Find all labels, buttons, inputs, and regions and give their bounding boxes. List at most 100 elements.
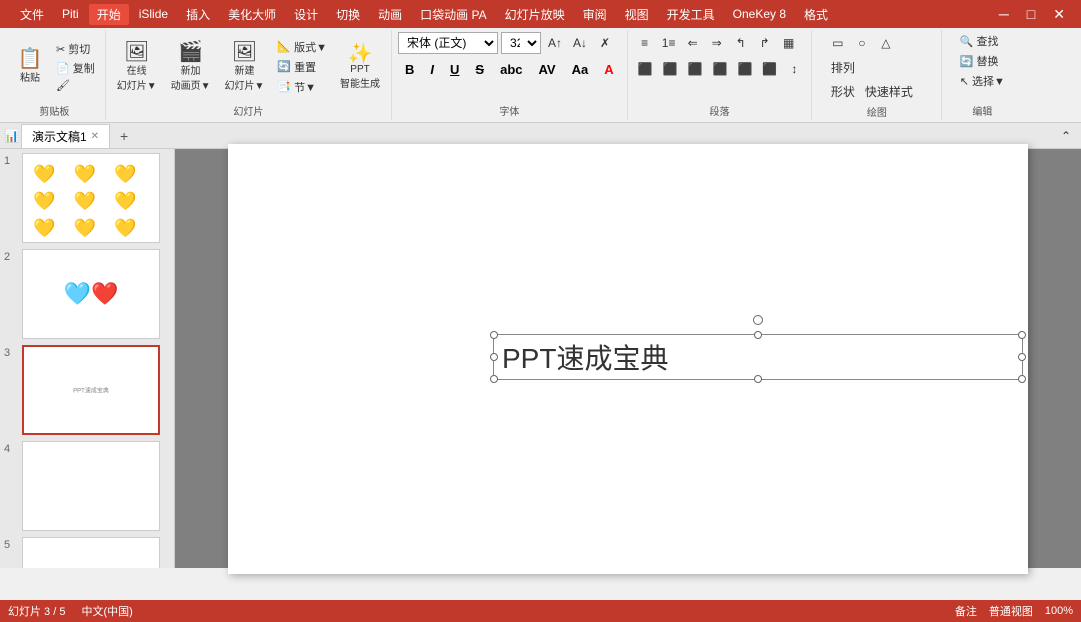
tab-close-icon[interactable]: ✕ bbox=[91, 131, 99, 142]
font-size-decrease-button[interactable]: A↓ bbox=[569, 32, 591, 54]
select-button[interactable]: ↖ 选择▼ bbox=[956, 72, 1009, 90]
handle-ml[interactable] bbox=[490, 353, 498, 361]
menu-donghua[interactable]: 动画 bbox=[370, 4, 410, 25]
add-animation-button[interactable]: 🎬 新加动画页▼ bbox=[166, 39, 216, 95]
handle-tc[interactable] bbox=[754, 331, 762, 339]
quick-styles-button[interactable]: 快速样式 bbox=[861, 80, 917, 102]
menu-islide[interactable]: iSlide bbox=[131, 5, 176, 23]
ppt-ai-button[interactable]: ✨ PPT智能生成 bbox=[335, 41, 385, 93]
menu-fanying[interactable]: 幻灯片放映 bbox=[497, 4, 573, 25]
close-button[interactable]: ✕ bbox=[1045, 0, 1073, 28]
tab-presentation1[interactable]: 演示文稿1 ✕ bbox=[21, 124, 110, 148]
shape1-button[interactable]: ▭ bbox=[827, 32, 849, 54]
strikethrough-button[interactable]: S bbox=[468, 58, 491, 80]
handle-mr[interactable] bbox=[1018, 353, 1026, 361]
text-box[interactable]: PPT速成宝典 bbox=[493, 334, 1023, 380]
online-slides-button[interactable]: 🖼 在线幻灯片▼ bbox=[112, 39, 162, 95]
align-right-button[interactable]: ⬛ bbox=[684, 58, 707, 80]
slide-thumb-3[interactable]: PPT速成宝典 bbox=[22, 345, 160, 435]
justify-button[interactable]: ⬛ bbox=[708, 58, 731, 80]
clear-format-button[interactable]: ✗ bbox=[594, 32, 616, 54]
menu-kaishi[interactable]: 开始 bbox=[89, 4, 129, 25]
font-size-increase-button[interactable]: A↑ bbox=[544, 32, 566, 54]
new-slide-button[interactable]: 🖼 新建幻灯片▼ bbox=[220, 39, 270, 95]
rotate-handle[interactable] bbox=[753, 315, 763, 325]
paragraph-label: 段落 bbox=[709, 103, 729, 118]
paste-button[interactable]: 📋 粘贴 bbox=[10, 46, 50, 87]
minimize-button[interactable]: ─ bbox=[991, 0, 1017, 28]
clipboard-label: 剪贴板 bbox=[39, 103, 69, 118]
align-center-button[interactable]: ⬛ bbox=[659, 58, 682, 80]
menu-charu[interactable]: 插入 bbox=[178, 4, 218, 25]
bold-button[interactable]: B bbox=[398, 58, 421, 80]
handle-bl[interactable] bbox=[490, 375, 498, 383]
slide-thumb-4[interactable] bbox=[22, 441, 160, 531]
section-button[interactable]: 📑 节▼ bbox=[273, 78, 331, 96]
font-family-select[interactable]: 宋体 (正文) bbox=[398, 32, 498, 54]
reset-button[interactable]: 🔄 重置 bbox=[273, 58, 331, 76]
text-direction-button[interactable]: ⬛ bbox=[733, 58, 756, 80]
slide-item-3[interactable]: 3 PPT速成宝典 bbox=[4, 345, 170, 435]
column-button[interactable]: ▦ bbox=[778, 32, 800, 54]
menu-meihua[interactable]: 美化大师 bbox=[220, 4, 284, 25]
menu-kaifa[interactable]: 开发工具 bbox=[659, 4, 723, 25]
numbered-list-button[interactable]: 1≡ bbox=[658, 32, 680, 54]
italic-button[interactable]: I bbox=[423, 58, 441, 80]
slide-thumb-1[interactable]: 💛 💛 💛 💛 💛 💛 💛 💛 💛 bbox=[22, 153, 160, 243]
menu-qiehuan[interactable]: 切换 bbox=[328, 4, 368, 25]
layout-button[interactable]: 📐 版式▼ bbox=[273, 38, 331, 56]
ltr-button[interactable]: ↱ bbox=[754, 32, 776, 54]
smart-art-button[interactable]: ⬛ bbox=[758, 58, 781, 80]
menu-onekey[interactable]: OneKey 8 bbox=[725, 5, 794, 23]
slide-item-1[interactable]: 1 💛 💛 💛 💛 💛 💛 💛 💛 💛 bbox=[4, 153, 170, 243]
menu-sheji[interactable]: 设计 bbox=[286, 4, 326, 25]
shadow-button[interactable]: abc bbox=[493, 58, 529, 80]
view-normal-button[interactable]: 普通视图 bbox=[989, 603, 1033, 619]
align-left-button[interactable]: ⬛ bbox=[634, 58, 657, 80]
cut-button[interactable]: ✂ 剪切 bbox=[52, 40, 99, 58]
add-tab-button[interactable]: + bbox=[112, 125, 136, 147]
rtl-button[interactable]: ↰ bbox=[730, 32, 752, 54]
slide3-text: PPT速成宝典 bbox=[73, 386, 109, 395]
handle-bc[interactable] bbox=[754, 375, 762, 383]
slide-item-5[interactable]: 5 bbox=[4, 537, 170, 568]
edit-label: 编辑 bbox=[972, 103, 992, 118]
copy-button[interactable]: 📄 复制 bbox=[52, 59, 99, 77]
font-size-select[interactable]: 32 bbox=[501, 32, 541, 54]
menu-piti[interactable]: Piti bbox=[54, 5, 87, 23]
menu-wenjian[interactable]: 文件 bbox=[12, 4, 52, 25]
slide-thumb-2[interactable]: 🩵❤️ bbox=[22, 249, 160, 339]
find-button[interactable]: 🔍 查找 bbox=[956, 32, 1003, 50]
shape-fill-button[interactable]: 形状 bbox=[827, 80, 859, 102]
title-bar: 文件 Piti 开始 iSlide 插入 美化大师 设计 切换 动画 口袋动画 … bbox=[0, 0, 1081, 28]
arrange-button[interactable]: 排列 bbox=[827, 56, 859, 78]
menu-geshi[interactable]: 格式 bbox=[796, 4, 836, 25]
menu-shenyue[interactable]: 审阅 bbox=[575, 4, 615, 25]
underline-button[interactable]: U bbox=[443, 58, 466, 80]
decrease-indent-button[interactable]: ⇐ bbox=[682, 32, 704, 54]
format-painter-button[interactable]: 🖌 bbox=[52, 78, 99, 93]
font-color-button[interactable]: A bbox=[597, 58, 620, 80]
slide-item-4[interactable]: 4 bbox=[4, 441, 170, 531]
menu-pocket[interactable]: 口袋动画 PA bbox=[412, 4, 494, 25]
bullet-list-button[interactable]: ≡ bbox=[634, 32, 656, 54]
ribbon-collapse-button[interactable]: ⌃ bbox=[1055, 125, 1077, 147]
slide-canvas[interactable]: PPT速成宝典 bbox=[228, 144, 1028, 574]
replace-button[interactable]: 🔄 替换 bbox=[956, 52, 1003, 70]
handle-tr[interactable] bbox=[1018, 331, 1026, 339]
notes-button[interactable]: 备注 bbox=[955, 603, 977, 619]
menu-shitu[interactable]: 视图 bbox=[617, 4, 657, 25]
char-spacing-button[interactable]: AV bbox=[532, 58, 563, 80]
slide-thumb-5[interactable] bbox=[22, 537, 160, 568]
line-spacing-button[interactable]: ↕ bbox=[783, 58, 805, 80]
main-area: 1 💛 💛 💛 💛 💛 💛 💛 💛 💛 2 bbox=[0, 149, 1081, 568]
increase-indent-button[interactable]: ⇒ bbox=[706, 32, 728, 54]
handle-tl[interactable] bbox=[490, 331, 498, 339]
shape2-button[interactable]: ○ bbox=[851, 32, 873, 54]
shape3-button[interactable]: △ bbox=[875, 32, 897, 54]
maximize-button[interactable]: □ bbox=[1019, 0, 1043, 28]
handle-br[interactable] bbox=[1018, 375, 1026, 383]
slide-item-2[interactable]: 2 🩵❤️ bbox=[4, 249, 170, 339]
case-button[interactable]: Aa bbox=[565, 58, 596, 80]
font-label: 字体 bbox=[499, 103, 519, 118]
